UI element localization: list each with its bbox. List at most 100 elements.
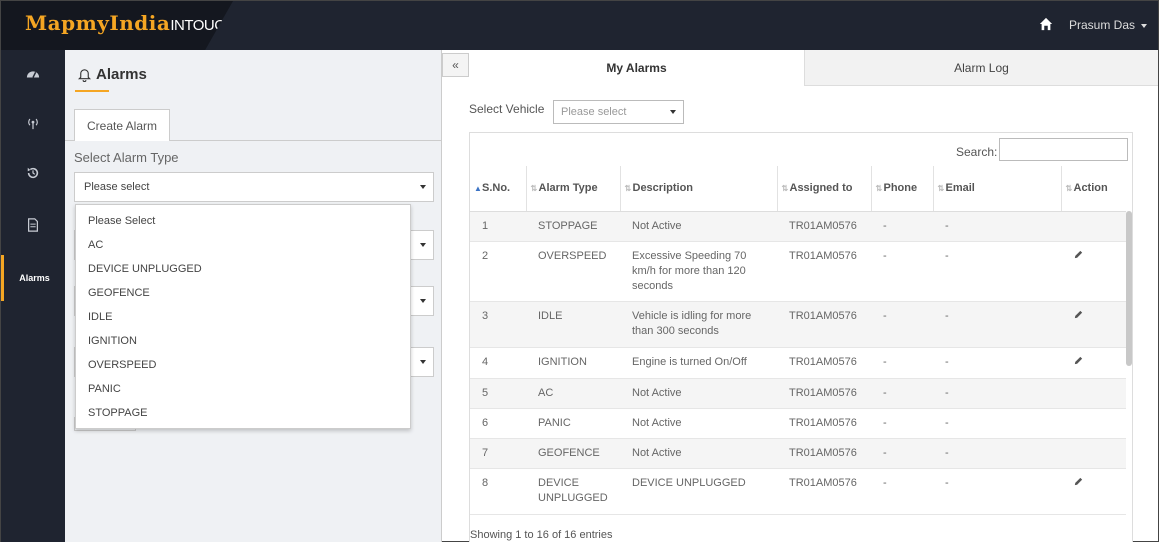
cell-assigned: TR01AM0576 (777, 408, 871, 439)
cell-email: - (933, 438, 1061, 469)
col-label: Action (1073, 182, 1108, 195)
user-menu[interactable]: Prasum Das (1069, 18, 1148, 32)
table-row: 1 STOPPAGE Not Active TR01AM0576- - (470, 211, 1126, 242)
title-underline (75, 90, 109, 92)
panel-title-text: Alarms (96, 66, 147, 83)
dropdown-option[interactable]: IGNITION (76, 329, 410, 353)
caret-down-icon (420, 360, 426, 364)
table-row: 3 IDLE Vehicle is idling for more than 300… (470, 301, 1126, 348)
col-label: Assigned to (789, 182, 853, 195)
cell-action (1061, 438, 1126, 469)
table-info: Showing 1 to 16 of 16 entries (470, 529, 613, 541)
signal-icon (28, 118, 38, 130)
alarm-type-label: Select Alarm Type (74, 150, 179, 165)
table-header-row: ▲S.No. ⇅Alarm Type ⇅Description ⇅Assigne… (470, 166, 1126, 212)
sidebar-item-live[interactable] (1, 100, 65, 146)
sidebar-item-dashboard[interactable] (1, 51, 65, 97)
search-label: Search: (956, 145, 998, 159)
cell-sno: 5 (470, 378, 526, 409)
cell-desc: Not Active (620, 438, 777, 469)
sort-icon: ⇅ (937, 183, 945, 193)
cell-type: GEOFENCE (526, 438, 620, 469)
cell-action (1061, 378, 1126, 409)
main-tabs: My Alarms Alarm Log (469, 50, 1158, 86)
dropdown-option[interactable]: GEOFENCE (76, 281, 410, 305)
cell-action (1061, 347, 1126, 379)
sort-icon: ⇅ (875, 183, 883, 193)
sidebar-item-label: Alarms (19, 273, 50, 283)
edit-icon[interactable] (1073, 476, 1084, 487)
collapse-panel-button[interactable]: « (442, 53, 469, 77)
dropdown-option[interactable]: AC (76, 233, 410, 257)
col-assigned-to[interactable]: ⇅Assigned to (776, 166, 871, 212)
cell-action (1061, 241, 1126, 302)
cell-desc: Vehicle is idling for more than 300 seco… (620, 301, 777, 348)
cell-action (1061, 301, 1126, 348)
brand-logo[interactable]: MapmyIndiaINTOUCH(r) (25, 11, 235, 35)
vehicle-label: Select Vehicle (469, 102, 545, 116)
cell-action (1061, 468, 1126, 515)
col-email[interactable]: ⇅Email (932, 166, 1061, 212)
edit-icon[interactable] (1073, 355, 1084, 366)
col-phone[interactable]: ⇅Phone (870, 166, 933, 212)
col-label: S.No. (482, 182, 511, 195)
cell-desc: Excessive Speeding 70 km/h for more than… (620, 241, 777, 302)
dropdown-option[interactable]: PANIC (76, 377, 410, 401)
col-sno[interactable]: ▲S.No. (470, 166, 526, 212)
col-action[interactable]: ⇅Action (1060, 166, 1126, 212)
logo-area: MapmyIndiaINTOUCH(r) (1, 1, 233, 50)
dropdown-option[interactable]: OVERSPEED (76, 353, 410, 377)
cell-sno: 6 (470, 408, 526, 439)
search-input[interactable] (999, 138, 1128, 161)
table-body: 1 STOPPAGE Not Active TR01AM0576- -2 OVERSPEE… (470, 211, 1126, 515)
user-name: Prasum Das (1069, 18, 1136, 32)
tab-create-alarm[interactable]: Create Alarm (74, 109, 170, 141)
product-name: INTOUCH (170, 17, 235, 34)
edit-icon[interactable] (1073, 309, 1084, 320)
caret-down-icon (420, 299, 426, 303)
sidebar-item-alarms[interactable]: Alarms (1, 255, 65, 301)
cell-assigned: TR01AM0576 (777, 468, 871, 515)
cell-type: IDLE (526, 301, 620, 348)
cell-email: - (933, 408, 1061, 439)
edit-icon[interactable] (1073, 249, 1084, 260)
bell-icon (77, 69, 92, 82)
alarms-table-panel: Search: ▲S.No. ⇅Alarm Type ⇅Description … (469, 132, 1133, 542)
sort-icon: ⇅ (781, 183, 789, 193)
sort-icon: ⇅ (1065, 183, 1073, 193)
chevron-down-icon (1141, 23, 1148, 28)
vehicle-select[interactable]: Please select (553, 100, 684, 124)
dropdown-option[interactable]: DEVICE UNPLUGGED (76, 257, 410, 281)
col-description[interactable]: ⇅Description (619, 166, 777, 212)
panel-title: Alarms (77, 66, 147, 83)
dropdown-option[interactable]: IDLE (76, 305, 410, 329)
cell-action (1061, 211, 1126, 242)
vehicle-placeholder: Please select (561, 106, 627, 118)
table-scrollbar[interactable] (1126, 211, 1132, 366)
dropdown-option[interactable]: Please Select (76, 209, 410, 233)
cell-desc: Not Active (620, 211, 777, 242)
cell-type: IGNITION (526, 347, 620, 379)
table-row: 5 AC Not Active TR01AM0576- - (470, 378, 1126, 409)
col-label: Alarm Type (538, 182, 598, 195)
col-label: Description (632, 182, 694, 195)
table-row: 8 DEVICE UNPLUGGED DEVICE UNPLUGGED TR01AM0… (470, 468, 1126, 515)
col-alarm-type[interactable]: ⇅Alarm Type (525, 166, 620, 212)
sidebar-item-reports[interactable] (1, 202, 65, 248)
tab-my-alarms[interactable]: My Alarms (469, 50, 805, 86)
sidebar-item-history[interactable] (1, 150, 65, 196)
dropdown-option[interactable]: STOPPAGE (76, 401, 410, 425)
cell-phone: - (871, 468, 933, 515)
cell-assigned: TR01AM0576 (777, 241, 871, 302)
col-label: Email (945, 182, 975, 195)
col-label: Phone (883, 182, 918, 195)
alarm-type-value: Please select (84, 181, 150, 193)
home-icon[interactable] (1039, 17, 1053, 31)
cell-phone: - (871, 408, 933, 439)
alarm-type-select[interactable]: Please select (74, 172, 434, 202)
cell-sno: 8 (470, 468, 526, 515)
cell-email: - (933, 241, 1061, 302)
tab-alarm-log[interactable]: Alarm Log (805, 50, 1158, 86)
sort-icon: ⇅ (530, 183, 538, 193)
brand-name: MapmyIndia (25, 11, 171, 35)
